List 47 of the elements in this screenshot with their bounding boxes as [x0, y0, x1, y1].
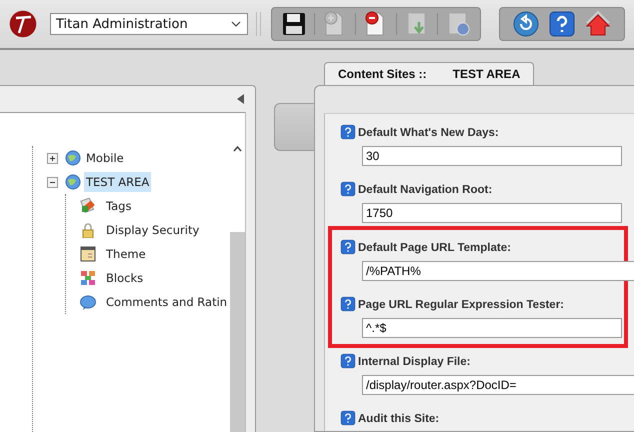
- input-field[interactable]: /%PATH%: [362, 261, 634, 281]
- input-field[interactable]: /display/router.aspx?DocID=: [362, 375, 634, 395]
- app-select[interactable]: Titan Administration: [50, 13, 248, 35]
- field-label: Default What's New Days:: [358, 127, 499, 139]
- collapse-icon[interactable]: [237, 94, 244, 104]
- select-value: Titan Administration: [56, 16, 188, 32]
- help-icon[interactable]: [340, 296, 356, 312]
- logo-icon: [8, 9, 38, 39]
- tree-item[interactable]: Tags: [104, 196, 134, 216]
- speech-bubble-icon: [80, 294, 96, 310]
- collapse-icon[interactable]: [47, 176, 58, 188]
- field-label: Audit this Site:: [358, 413, 440, 425]
- input-field[interactable]: 1750: [362, 203, 622, 223]
- save-icon[interactable]: [280, 10, 308, 38]
- scrollbar-thumb[interactable]: [230, 232, 245, 432]
- globe-icon: [65, 150, 81, 166]
- field-label: Internal Display File:: [358, 356, 470, 368]
- refresh-icon[interactable]: [512, 10, 540, 38]
- help-icon[interactable]: [340, 353, 356, 369]
- window-icon: [80, 246, 96, 262]
- help-icon[interactable]: [548, 10, 576, 38]
- help-icon[interactable]: [340, 181, 356, 197]
- expand-icon[interactable]: [47, 152, 58, 164]
- tags-icon: [80, 198, 96, 214]
- help-icon[interactable]: [340, 239, 356, 255]
- tree-item[interactable]: TEST AREA: [84, 172, 152, 192]
- chevron-icon: [231, 21, 241, 27]
- help-icon[interactable]: [340, 124, 356, 140]
- tree-item[interactable]: Comments and Ratin: [104, 292, 230, 312]
- field-label: Default Navigation Root:: [358, 184, 492, 196]
- field-label: Default Page URL Template:: [358, 242, 511, 254]
- tree-item[interactable]: Display Security: [104, 220, 202, 240]
- input-field[interactable]: 30: [362, 146, 622, 166]
- field-label: Page URL Regular Expression Tester:: [358, 299, 564, 311]
- tree-item[interactable]: Theme: [104, 244, 148, 264]
- tab-site-name: TEST AREA: [452, 67, 520, 81]
- tab[interactable]: Content Sites :: TEST AREA: [324, 62, 534, 85]
- help-icon[interactable]: [340, 410, 356, 426]
- input-field[interactable]: ^.*$: [362, 318, 622, 338]
- tree-item[interactable]: Mobile: [84, 148, 126, 168]
- globe-icon: [65, 174, 81, 190]
- home-icon[interactable]: [584, 10, 612, 38]
- blocks-icon: [80, 270, 96, 286]
- tab-label: Content Sites ::: [337, 66, 428, 83]
- scroll-up-icon[interactable]: [233, 146, 242, 152]
- tree-item[interactable]: Blocks: [104, 268, 146, 288]
- lock-icon: [80, 222, 96, 238]
